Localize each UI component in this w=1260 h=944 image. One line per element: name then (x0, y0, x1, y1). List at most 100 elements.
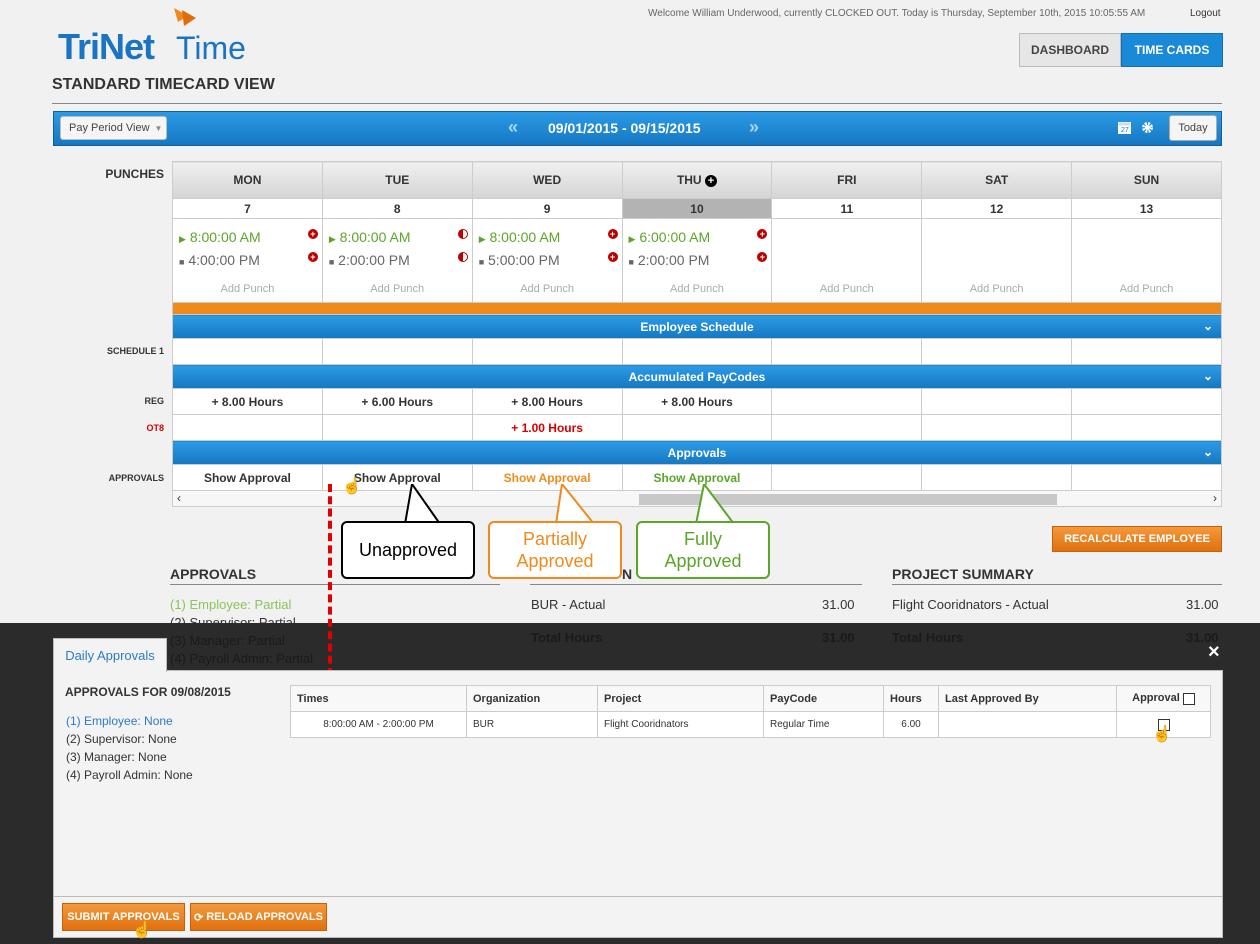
chevron-down-icon[interactable]: ⌄ (1203, 319, 1213, 333)
logout-link[interactable]: Logout (1190, 8, 1221, 19)
edit-punch-icon[interactable]: + (757, 229, 768, 239)
stop-icon: ■ (179, 257, 185, 267)
half-circle-icon[interactable] (457, 229, 468, 239)
logo-swoosh-icon (174, 8, 196, 26)
add-circle-icon[interactable]: + (704, 175, 717, 187)
employee-schedule-bar[interactable]: Employee Schedule ⌄ (172, 314, 1222, 339)
welcome-message: Welcome William Underwood, currently CLO… (648, 8, 1146, 19)
approve-all-checkbox[interactable] (1182, 692, 1195, 705)
schedule-cell (172, 338, 323, 365)
edit-punch-icon[interactable]: + (607, 252, 618, 262)
punch-cell-mon: ▶ 8:00:00 AM + ■ 4:00:00 PM + Add Punch (172, 218, 323, 303)
accumulated-paycodes-bar[interactable]: Accumulated PayCodes ⌄ (172, 364, 1222, 389)
punch-out[interactable]: ■ 4:00:00 PM (179, 252, 260, 268)
punches-label: PUNCHES (105, 167, 164, 181)
add-punch-link[interactable]: Add Punch (772, 283, 921, 295)
approvals-divider (170, 584, 500, 585)
day-number: 13 (1071, 198, 1222, 219)
scroll-right-icon[interactable]: › (1213, 491, 1217, 505)
gear-icon[interactable] (1141, 121, 1154, 134)
punch-cell-thu: ▶ 6:00:00 AM + ■ 2:00:00 PM + Add Punch (621, 218, 773, 303)
hand-cursor-icon: ☝ (1152, 726, 1172, 743)
panel-approval-level: (1) Employee: None (66, 714, 173, 728)
punch-cell-sat: Add Punch (921, 218, 1073, 303)
project-total-label: Total Hours (892, 630, 964, 645)
schedule-cell (771, 338, 923, 365)
dashboard-button[interactable]: DASHBOARD (1019, 33, 1121, 67)
approvals-bar[interactable]: Approvals ⌄ (172, 440, 1222, 465)
punch-out[interactable]: ■ 5:00:00 PM (479, 252, 560, 268)
partially-approved-callout: Partially Approved (488, 521, 622, 579)
edit-punch-icon[interactable]: + (307, 229, 318, 239)
punch-out[interactable]: ■ 2:00:00 PM (329, 252, 410, 268)
punch-in[interactable]: ▶ 8:00:00 AM (479, 229, 561, 245)
today-button[interactable]: Today (1169, 115, 1217, 141)
reg-cell: + 6.00 Hours (321, 388, 473, 415)
half-circle-icon[interactable] (457, 252, 468, 262)
edit-punch-icon[interactable]: + (607, 229, 618, 239)
punch-in[interactable]: ▶ 8:00:00 AM (179, 229, 261, 245)
add-punch-link[interactable]: Add Punch (323, 283, 472, 295)
scroll-left-icon[interactable]: ‹ (177, 491, 181, 505)
schedule-label: SCHEDULE 1 (106, 346, 164, 356)
ot8-label: OT8 (146, 423, 164, 433)
org-total-label: Total Hours (531, 630, 603, 645)
callout-pointer (695, 484, 735, 525)
add-punch-link[interactable]: Add Punch (922, 283, 1071, 295)
day-header-thu: THU + (621, 161, 773, 199)
column-header: Hours (883, 685, 939, 712)
submit-approvals-button[interactable]: SUBMIT APPROVALS (62, 903, 185, 931)
day-header-mon: MON (172, 161, 323, 199)
org-row-value: 31.00 (822, 597, 855, 612)
reg-cell (771, 388, 923, 415)
page-title: STANDARD TIMECARD VIEW (52, 76, 275, 93)
reg-cell: + 8.00 Hours (471, 388, 623, 415)
day-header-tue: TUE (321, 161, 473, 199)
recalculate-employee-button[interactable]: RECALCULATE EMPLOYEE (1052, 526, 1222, 552)
chevron-down-icon[interactable]: ⌄ (1203, 369, 1213, 383)
calendar-icon[interactable]: 27 (1118, 121, 1131, 134)
reload-approvals-button[interactable]: ⟳ RELOAD APPROVALS (190, 903, 327, 931)
close-icon[interactable]: × (1208, 641, 1220, 664)
timecard-grid: MON TUE WED THU + FRI SAT SUN 7 8 9 10 1… (172, 161, 1222, 507)
panel-footer-divider (54, 896, 1222, 897)
panel-approval-level: (2) Supervisor: None (66, 732, 177, 746)
timecards-button[interactable]: TIME CARDS (1121, 33, 1223, 67)
approvals-summary-title: APPROVALS (170, 566, 257, 582)
prev-period-icon[interactable]: « (508, 117, 518, 138)
ot8-cell (172, 414, 323, 441)
add-punch-link[interactable]: Add Punch (473, 283, 622, 295)
tab-daily-approvals[interactable]: Daily Approvals (53, 638, 167, 672)
approval-level: (3) Manager: Partial (170, 633, 285, 648)
punch-out[interactable]: ■ 2:00:00 PM (629, 252, 710, 268)
punch-cell-wed: ▶ 8:00:00 AM + ■ 5:00:00 PM + Add Punch (471, 218, 623, 303)
ot8-cell (1071, 414, 1222, 441)
add-punch-link[interactable]: Add Punch (1072, 283, 1221, 295)
hours-cell: 6.00 (883, 711, 939, 738)
add-punch-link[interactable]: Add Punch (173, 283, 322, 295)
edit-punch-icon[interactable]: + (307, 252, 318, 262)
show-approval-link-mon[interactable]: Show Approval (172, 464, 323, 491)
day-number: 7 (172, 198, 323, 219)
hand-cursor-icon: ☝ (132, 922, 152, 939)
show-approval-cell (921, 464, 1073, 491)
chevron-down-icon[interactable]: ⌄ (1203, 445, 1213, 459)
pay-period-view-select[interactable]: Pay Period View ▼ (60, 116, 167, 140)
orange-divider (172, 302, 1222, 315)
logo-trinet-text: TriNet (58, 26, 155, 67)
day-number: 12 (921, 198, 1073, 219)
next-period-icon[interactable]: » (749, 117, 759, 138)
edit-punch-icon[interactable]: + (757, 252, 768, 262)
project-divider (892, 584, 1222, 585)
stop-icon: ■ (328, 257, 335, 267)
add-punch-link[interactable]: Add Punch (623, 283, 772, 295)
pay-period-view-label: Pay Period View (69, 122, 150, 134)
caret-down-icon: ▼ (154, 123, 163, 133)
play-icon: ▶ (628, 234, 636, 244)
punch-in[interactable]: ▶ 8:00:00 AM (329, 229, 411, 245)
punch-in[interactable]: ▶ 6:00:00 AM (629, 229, 711, 245)
day-number: 11 (771, 198, 923, 219)
org-divider (530, 584, 862, 585)
reg-cell: + 8.00 Hours (172, 388, 323, 415)
org-cell: BUR (466, 711, 598, 738)
